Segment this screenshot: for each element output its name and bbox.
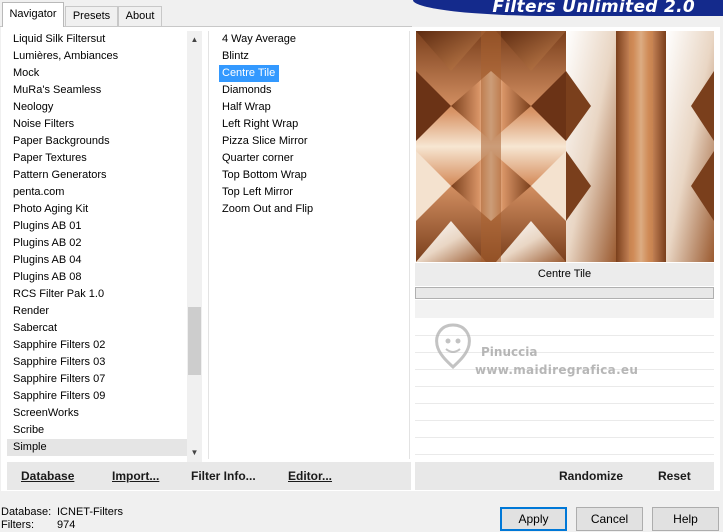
filter-row: Quarter corner bbox=[219, 150, 404, 167]
editor-button-label: Editor... bbox=[288, 469, 333, 483]
filter-item[interactable]: Top Left Mirror bbox=[219, 184, 404, 201]
help-button[interactable]: Help bbox=[652, 507, 719, 531]
filter-preview-image bbox=[416, 31, 714, 262]
filter-row: Half Wrap bbox=[219, 99, 404, 116]
randomize-button[interactable]: Randomize bbox=[559, 462, 623, 490]
parameter-row bbox=[415, 353, 714, 370]
filter-info-button[interactable]: Filter Info... bbox=[191, 462, 256, 490]
apply-button[interactable]: Apply bbox=[500, 507, 567, 531]
category-item[interactable]: Simple bbox=[7, 439, 187, 456]
filter-item[interactable]: Top Bottom Wrap bbox=[219, 167, 404, 184]
tab-presets[interactable]: Presets bbox=[65, 6, 118, 26]
filter-row: Diamonds bbox=[219, 82, 404, 99]
category-item[interactable]: Sapphire Filters 02 bbox=[7, 337, 187, 354]
database-button-label: Database bbox=[21, 469, 75, 483]
category-item[interactable]: ScreenWorks bbox=[7, 405, 187, 422]
category-item[interactable]: Scribe bbox=[7, 422, 187, 439]
parameter-slider[interactable] bbox=[415, 287, 714, 299]
category-item[interactable]: Render bbox=[7, 303, 187, 320]
filter-name-label: Centre Tile bbox=[415, 263, 714, 286]
category-item[interactable]: Sapphire Filters 09 bbox=[7, 388, 187, 405]
cancel-button[interactable]: Cancel bbox=[576, 507, 643, 531]
category-item[interactable]: Noise Filters bbox=[7, 116, 187, 133]
tab-about[interactable]: About bbox=[118, 6, 162, 26]
category-item[interactable]: Paper Textures bbox=[7, 150, 187, 167]
category-item[interactable]: Photo Aging Kit bbox=[7, 201, 187, 218]
category-item[interactable]: Sapphire Filters 03 bbox=[7, 354, 187, 371]
import-button-label: Import... bbox=[112, 469, 160, 483]
status-area: Database: ICNET-Filters Filters: 974 bbox=[1, 506, 123, 532]
filter-row: Top Bottom Wrap bbox=[219, 167, 404, 184]
category-item[interactable]: penta.com bbox=[7, 184, 187, 201]
parameter-row bbox=[415, 421, 714, 438]
import-button[interactable]: Import... bbox=[112, 462, 159, 490]
category-item[interactable]: Plugins AB 02 bbox=[7, 235, 187, 252]
category-item[interactable]: Sapphire Filters 07 bbox=[7, 371, 187, 388]
database-button[interactable]: Database bbox=[21, 462, 74, 490]
parameter-row bbox=[415, 438, 714, 455]
editor-button[interactable]: Editor... bbox=[288, 462, 332, 490]
slider-area bbox=[415, 300, 714, 318]
parameter-row bbox=[415, 319, 714, 336]
filter-row: 4 Way Average bbox=[219, 31, 404, 48]
filter-item[interactable]: Centre Tile bbox=[219, 65, 280, 82]
filters-count-value: 974 bbox=[57, 519, 76, 531]
category-item[interactable]: RCS Filter Pak 1.0 bbox=[7, 286, 187, 303]
filter-row: Blintz bbox=[219, 48, 404, 65]
scroll-up-icon[interactable]: ▲ bbox=[187, 33, 202, 47]
filter-item[interactable]: Quarter corner bbox=[219, 150, 404, 167]
category-list[interactable]: Liquid Silk Filtersut Lumières, Ambiances… bbox=[7, 31, 187, 459]
category-item[interactable]: Paper Backgrounds bbox=[7, 133, 187, 150]
parameter-row bbox=[415, 370, 714, 387]
filter-row: Left Right Wrap bbox=[219, 116, 404, 133]
filter-item[interactable]: 4 Way Average bbox=[219, 31, 404, 48]
parameter-area bbox=[415, 319, 714, 459]
filter-row: Top Left Mirror bbox=[219, 184, 404, 201]
filter-row: Zoom Out and Flip bbox=[219, 201, 404, 218]
category-scrollbar[interactable]: ▲ ▼ bbox=[187, 31, 202, 462]
parameter-row bbox=[415, 404, 714, 421]
list-divider bbox=[208, 31, 209, 459]
filter-item[interactable]: Half Wrap bbox=[219, 99, 404, 116]
category-item[interactable]: Mock bbox=[7, 65, 187, 82]
filter-item[interactable]: Diamonds bbox=[219, 82, 404, 99]
scroll-thumb[interactable] bbox=[188, 307, 201, 375]
database-status-value: ICNET-Filters bbox=[57, 506, 123, 518]
filter-info-button-label: Filter Info... bbox=[191, 469, 256, 483]
scroll-down-icon[interactable]: ▼ bbox=[187, 446, 202, 460]
preview-button-bar: Randomize Reset bbox=[415, 462, 714, 490]
category-item[interactable]: Plugins AB 04 bbox=[7, 252, 187, 269]
parameter-row bbox=[415, 336, 714, 353]
category-item[interactable]: Lumières, Ambiances bbox=[7, 48, 187, 65]
filter-row: Pizza Slice Mirror bbox=[219, 133, 404, 150]
parameter-row bbox=[415, 387, 714, 404]
navigator-panel: Liquid Silk Filtersut Lumières, Ambiances… bbox=[1, 27, 720, 491]
category-item[interactable]: MuRa's Seamless bbox=[7, 82, 187, 99]
category-item[interactable]: Liquid Silk Filtersut bbox=[7, 31, 187, 48]
preview-divider bbox=[409, 31, 410, 459]
filter-item[interactable]: Blintz bbox=[219, 48, 404, 65]
category-item[interactable]: Plugins AB 08 bbox=[7, 269, 187, 286]
filter-item[interactable]: Pizza Slice Mirror bbox=[219, 133, 404, 150]
filters-count-label: Filters: bbox=[1, 519, 34, 531]
navigator-button-bar: Database Import... Filter Info... Editor… bbox=[7, 462, 411, 490]
filter-item[interactable]: Left Right Wrap bbox=[219, 116, 404, 133]
app-banner: Filters Unlimited 2.0 bbox=[413, 0, 723, 16]
app-title: Filters Unlimited 2.0 bbox=[492, 0, 695, 16]
category-item[interactable]: Plugins AB 01 bbox=[7, 218, 187, 235]
category-item[interactable]: Pattern Generators bbox=[7, 167, 187, 184]
filter-item[interactable]: Zoom Out and Flip bbox=[219, 201, 404, 218]
reset-button[interactable]: Reset bbox=[658, 462, 691, 490]
tab-strip: Navigator Presets About bbox=[0, 0, 420, 27]
tab-navigator[interactable]: Navigator bbox=[2, 2, 64, 27]
filter-row: Centre Tile bbox=[219, 65, 404, 82]
filter-list[interactable]: 4 Way Average Blintz Centre Tile Diamonds Ha… bbox=[219, 31, 404, 459]
database-status-label: Database: bbox=[1, 506, 52, 518]
category-item[interactable]: Neology bbox=[7, 99, 187, 116]
category-item[interactable]: Sabercat bbox=[7, 320, 187, 337]
